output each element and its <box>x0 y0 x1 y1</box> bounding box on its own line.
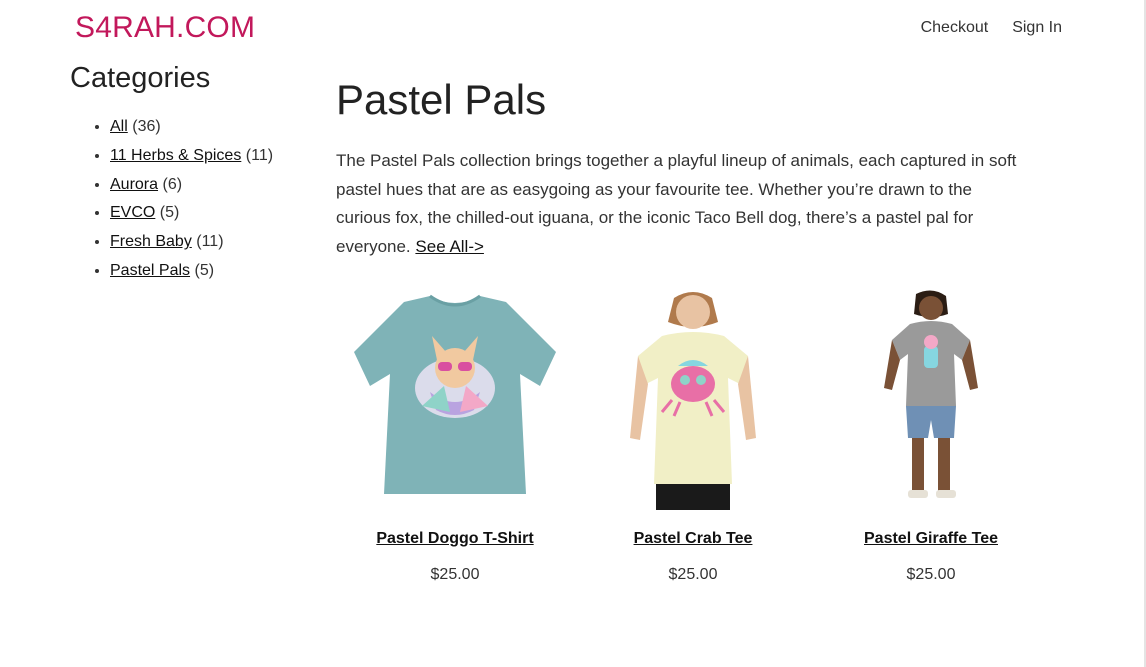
product-image-crab-tee[interactable] <box>582 288 804 510</box>
category-link-fresh-baby[interactable]: Fresh Baby <box>110 233 192 250</box>
product-name-link[interactable]: Pastel Doggo T-Shirt <box>336 530 574 548</box>
product-price: $25.00 <box>906 566 956 583</box>
top-nav: Checkout Sign In <box>921 19 1062 37</box>
product-image-giraffe-tee[interactable] <box>820 288 1042 510</box>
category-count: (11) <box>196 233 224 251</box>
category-link-pastel-pals[interactable]: Pastel Pals <box>110 262 190 279</box>
sign-in-link[interactable]: Sign In <box>1012 19 1062 37</box>
site-logo[interactable]: S4RAH.COM <box>75 11 255 45</box>
product-image-doggo-shirt[interactable] <box>344 288 566 510</box>
category-item: All (36) <box>110 113 310 142</box>
category-item: Aurora (6) <box>110 171 310 200</box>
category-count: (5) <box>159 204 180 222</box>
collection-title: Pastel Pals <box>336 76 547 123</box>
site-header: S4RAH.COM Checkout Sign In <box>0 0 1146 56</box>
category-link-11-herbs-spices[interactable]: 11 Herbs & Spices <box>110 147 241 164</box>
category-item: Pastel Pals (5) <box>110 257 310 286</box>
product-card: Pastel Crab Tee $25.00 <box>574 288 812 584</box>
product-card: Pastel Giraffe Tee $25.00 <box>812 288 1050 584</box>
product-grid: Pastel Doggo T-Shirt $25.00 Pastel Crab … <box>336 288 1050 584</box>
categories-heading: Categories <box>70 62 211 94</box>
collection-main: Pastel Pals The Pastel Pals collection b… <box>336 75 1036 261</box>
category-list: All (36) 11 Herbs & Spices (11) Aurora (… <box>70 113 310 286</box>
product-card: Pastel Doggo T-Shirt $25.00 <box>336 288 574 584</box>
category-link-aurora[interactable]: Aurora <box>110 176 158 193</box>
product-name-link[interactable]: Pastel Giraffe Tee <box>812 530 1050 548</box>
category-item: 11 Herbs & Spices (11) <box>110 142 310 171</box>
checkout-link[interactable]: Checkout <box>921 19 989 37</box>
category-count: (5) <box>194 261 215 279</box>
category-count: (6) <box>162 175 183 193</box>
collection-description: The Pastel Pals collection brings togeth… <box>336 147 1028 261</box>
category-count: (11) <box>245 146 274 164</box>
product-price: $25.00 <box>668 566 718 583</box>
category-item: EVCO (5) <box>110 199 310 228</box>
category-link-all[interactable]: All <box>110 118 128 135</box>
categories-sidebar: Categories All (36) 11 Herbs & Spices (1… <box>70 62 310 286</box>
product-name-link[interactable]: Pastel Crab Tee <box>574 530 812 548</box>
see-all-link[interactable]: See All-> <box>415 237 484 256</box>
category-item: Fresh Baby (11) <box>110 228 310 257</box>
category-link-evco[interactable]: EVCO <box>110 204 155 221</box>
product-price: $25.00 <box>430 566 480 583</box>
category-count: (36) <box>132 118 161 135</box>
